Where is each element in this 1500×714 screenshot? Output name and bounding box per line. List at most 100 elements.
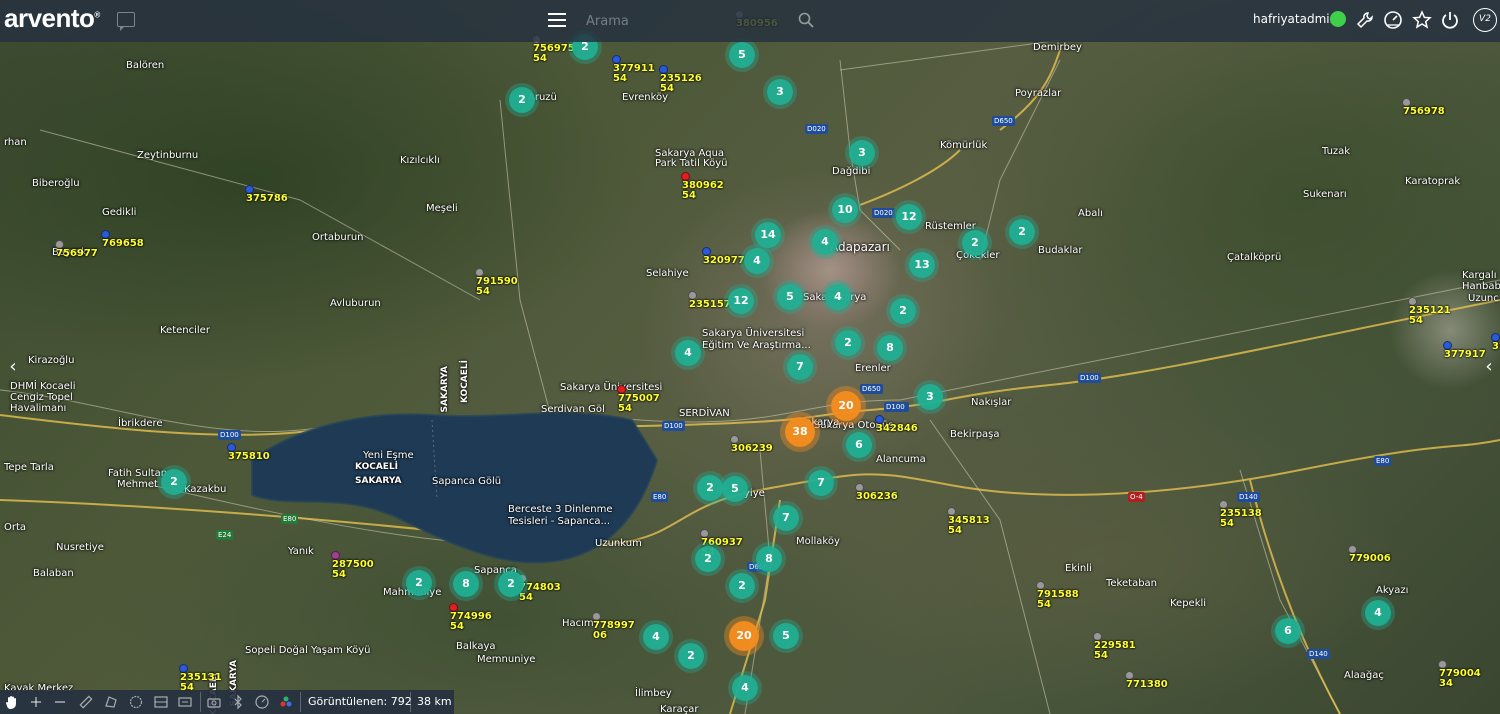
- vehicle-cluster-marker[interactable]: 4: [825, 284, 851, 310]
- vehicle-plate-prefix: 54: [618, 403, 632, 414]
- vehicle-cluster-marker[interactable]: 3: [849, 140, 875, 166]
- place-label: Akyazı: [1376, 585, 1409, 596]
- place-label: Eğitim Ve Araştırma...: [702, 340, 811, 351]
- vehicle-plate-label: 287500 54: [332, 560, 374, 580]
- highway-badge: E24: [216, 530, 234, 540]
- speedometer-icon[interactable]: [1383, 10, 1403, 30]
- pan-hand-icon[interactable]: [4, 694, 20, 710]
- chat-icon[interactable]: [117, 12, 135, 31]
- highway-badge: D020: [805, 124, 828, 134]
- vehicle-cluster-marker[interactable]: 13: [909, 252, 935, 278]
- vehicle-cluster-marker[interactable]: 4: [732, 675, 758, 701]
- vehicle-cluster-marker[interactable]: 5: [722, 476, 748, 502]
- vehicle-cluster-marker[interactable]: 8: [756, 546, 782, 572]
- menu-icon[interactable]: [548, 13, 566, 27]
- star-icon[interactable]: [1412, 10, 1432, 30]
- power-icon[interactable]: [1440, 10, 1460, 30]
- map-left-arrow[interactable]: ‹: [6, 355, 20, 379]
- vehicle-cluster-marker[interactable]: 5: [729, 42, 755, 68]
- vehicle-plate-label: 235138 54: [1220, 509, 1262, 529]
- vehicle-cluster-marker[interactable]: 2: [406, 570, 432, 596]
- vehicle-cluster-marker[interactable]: 20: [831, 391, 861, 421]
- vehicle-cluster-marker[interactable]: 2: [498, 571, 524, 597]
- vehicle-cluster-marker[interactable]: 5: [773, 623, 799, 649]
- place-label: Kazakbu: [184, 484, 227, 495]
- place-label: Balören: [126, 60, 165, 71]
- vehicle-cluster-marker[interactable]: 2: [695, 546, 721, 572]
- vehicle-cluster-marker[interactable]: 14: [755, 222, 781, 248]
- vehicle-cluster-marker[interactable]: 38: [785, 417, 815, 447]
- vehicle-plate-label: 779006: [1349, 554, 1391, 564]
- search-input[interactable]: [586, 10, 796, 32]
- cluster-toggle-icon[interactable]: [278, 694, 294, 710]
- ruler-icon[interactable]: [78, 694, 94, 710]
- vehicle-cluster-marker[interactable]: 10: [832, 197, 858, 223]
- layers-icon[interactable]: [153, 694, 169, 710]
- vehicle-cluster-marker[interactable]: 2: [729, 573, 755, 599]
- vehicle-cluster-marker[interactable]: 12: [896, 204, 922, 230]
- vehicle-plate-prefix: 54: [1220, 518, 1234, 529]
- vehicle-id: 32099: [1492, 341, 1500, 352]
- vehicle-cluster-marker[interactable]: 20: [729, 621, 759, 651]
- zoom-in-icon[interactable]: [28, 694, 44, 710]
- vehicle-cluster-marker[interactable]: 7: [808, 470, 834, 496]
- version-badge[interactable]: V2: [1473, 8, 1497, 32]
- place-label: Mollaköy: [796, 536, 840, 547]
- vehicle-plate-label: 229581 54: [1094, 641, 1136, 661]
- place-label: Alaağaç: [1344, 670, 1384, 681]
- vehicle-cluster-marker[interactable]: 4: [643, 624, 669, 650]
- place-label: Kepekli: [1170, 598, 1207, 609]
- vehicle-cluster-marker[interactable]: 2: [962, 230, 988, 256]
- vehicle-cluster-marker[interactable]: 7: [773, 505, 799, 531]
- place-label: Selahiye: [646, 268, 689, 279]
- bluetooth-icon[interactable]: [230, 694, 246, 710]
- vehicle-cluster-marker[interactable]: 8: [453, 571, 479, 597]
- vehicle-cluster-marker[interactable]: 2: [161, 469, 187, 495]
- map-right-arrow[interactable]: ‹: [1482, 355, 1496, 379]
- search-icon[interactable]: [798, 12, 814, 28]
- vehicle-plate-label: 769658: [102, 239, 144, 249]
- vehicle-cluster-marker[interactable]: 4: [744, 248, 770, 274]
- vehicle-cluster-marker[interactable]: 7: [787, 354, 813, 380]
- zoom-out-icon[interactable]: [52, 694, 68, 710]
- vehicle-cluster-marker[interactable]: 6: [1275, 618, 1301, 644]
- camera-icon[interactable]: [206, 694, 222, 710]
- vehicle-cluster-marker[interactable]: 4: [1365, 600, 1391, 626]
- vehicle-cluster-marker[interactable]: 6: [846, 432, 872, 458]
- draw-polygon-icon[interactable]: [103, 694, 119, 710]
- vehicle-cluster-marker[interactable]: 12: [728, 288, 754, 314]
- place-label: Uzunkum: [595, 538, 642, 549]
- vehicle-cluster-marker[interactable]: 3: [767, 79, 793, 105]
- place-label: Karatoprak: [1405, 176, 1461, 187]
- vehicle-plate-label: 377917: [1444, 350, 1486, 360]
- draw-circle-icon[interactable]: [128, 694, 144, 710]
- place-label: Avluburun: [330, 298, 381, 309]
- gauge-icon[interactable]: [254, 694, 270, 710]
- vehicle-plate-prefix: 54: [660, 83, 674, 94]
- highway-badge: D100: [1078, 373, 1101, 383]
- vehicle-cluster-marker[interactable]: 2: [509, 87, 535, 113]
- vehicle-plate-label: 320977: [703, 256, 745, 266]
- place-label: KOCAELİ: [460, 360, 470, 404]
- wrench-icon[interactable]: [1355, 10, 1375, 30]
- vehicle-cluster-marker[interactable]: 2: [890, 298, 916, 324]
- vehicle-cluster-marker[interactable]: 2: [1009, 219, 1035, 245]
- vehicle-cluster-marker[interactable]: 4: [812, 229, 838, 255]
- vehicle-plate-label: 791588 54: [1037, 590, 1079, 610]
- vehicle-cluster-marker[interactable]: 2: [835, 330, 861, 356]
- vehicle-id: 377917: [1444, 349, 1486, 360]
- vehicle-cluster-marker[interactable]: 5: [777, 284, 803, 310]
- vehicle-cluster-marker[interactable]: 4: [675, 340, 701, 366]
- highway-badge: D140: [1307, 649, 1330, 659]
- place-label: Balkaya: [456, 641, 496, 652]
- highway-badge: E80: [281, 514, 299, 524]
- vehicle-plate-label: 791590 54: [476, 277, 518, 297]
- rectangle-select-icon[interactable]: [177, 694, 193, 710]
- vehicle-cluster-marker[interactable]: 2: [678, 643, 704, 669]
- vehicle-plate-label: 345813 54: [948, 516, 990, 536]
- vehicle-cluster-marker[interactable]: 8: [877, 335, 903, 361]
- map-canvas[interactable]: [0, 0, 1500, 714]
- vehicle-cluster-marker[interactable]: 3: [917, 384, 943, 410]
- vehicle-cluster-marker[interactable]: 2: [697, 475, 723, 501]
- place-label: Hanbaba: [1462, 281, 1500, 292]
